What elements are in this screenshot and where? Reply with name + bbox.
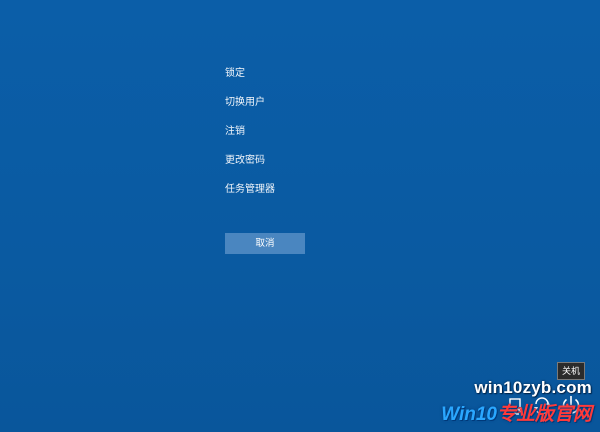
menu-item-lock[interactable]: 锁定 xyxy=(225,64,385,93)
ctrl-alt-del-screen: 锁定 切换用户 注销 更改密码 任务管理器 取消 关机 win10zyb.com… xyxy=(0,0,600,432)
cancel-button[interactable]: 取消 xyxy=(225,233,305,254)
menu-item-switch-user[interactable]: 切换用户 xyxy=(225,93,385,122)
accessibility-icon[interactable] xyxy=(532,396,552,420)
security-options-menu: 锁定 切换用户 注销 更改密码 任务管理器 xyxy=(225,64,385,209)
menu-item-task-manager[interactable]: 任务管理器 xyxy=(225,180,385,209)
power-icon[interactable] xyxy=(560,394,582,420)
watermark-brand-win: Win10 xyxy=(441,404,497,425)
menu-item-sign-out[interactable]: 注销 xyxy=(225,122,385,151)
system-tray xyxy=(500,388,600,426)
menu-item-change-password[interactable]: 更改密码 xyxy=(225,151,385,180)
network-icon[interactable] xyxy=(508,398,522,420)
power-tooltip: 关机 xyxy=(557,362,585,380)
